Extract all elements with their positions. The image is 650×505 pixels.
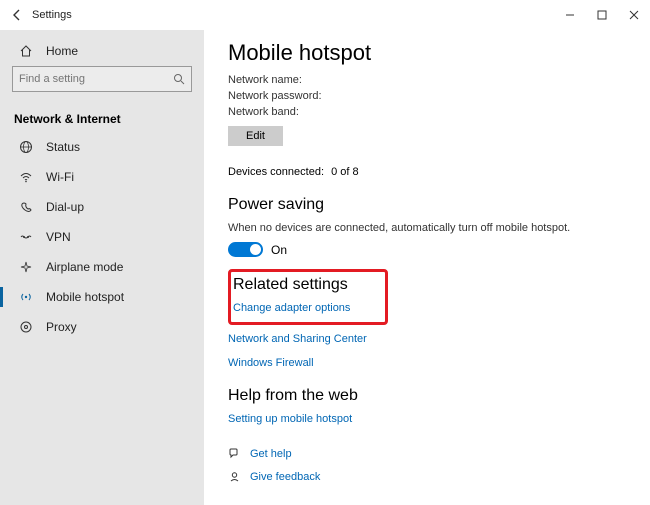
powersaving-desc: When no devices are connected, automatic… <box>228 222 630 234</box>
sidebar-item-proxy[interactable]: Proxy <box>0 312 204 342</box>
feedback-icon <box>228 470 242 483</box>
sidebar-item-status[interactable]: Status <box>0 132 204 162</box>
network-name-label: Network name: <box>228 74 630 86</box>
sidebar-item-airplane[interactable]: Airplane mode <box>0 252 204 282</box>
search-icon <box>173 73 185 85</box>
sidebar-section: Network & Internet <box>0 102 204 132</box>
sidebar-item-label: Dial-up <box>46 200 84 214</box>
titlebar: Settings <box>0 0 650 30</box>
sidebar-item-label: Status <box>46 140 80 154</box>
link-adapter[interactable]: Change adapter options <box>233 302 381 314</box>
powersaving-toggle[interactable] <box>228 242 263 257</box>
back-button[interactable] <box>6 9 28 21</box>
devices-label: Devices connected: <box>228 166 328 178</box>
close-button[interactable] <box>618 1 650 29</box>
search-input-wrap[interactable] <box>12 66 192 92</box>
sidebar-item-dialup[interactable]: Dial-up <box>0 192 204 222</box>
active-indicator <box>0 287 3 307</box>
home-label: Home <box>46 44 78 58</box>
sidebar-item-label: Mobile hotspot <box>46 290 124 304</box>
vpn-icon <box>16 230 36 244</box>
home-icon <box>16 44 36 58</box>
edit-button[interactable]: Edit <box>228 126 283 146</box>
sidebar-item-wifi[interactable]: Wi-Fi <box>0 162 204 192</box>
sidebar: Home Network & Internet Status Wi-Fi <box>0 30 204 505</box>
search-input[interactable] <box>19 73 173 85</box>
airplane-icon <box>16 260 36 274</box>
minimize-button[interactable] <box>554 1 586 29</box>
network-password-label: Network password: <box>228 90 630 102</box>
devices-row: Devices connected: 0 of 8 <box>228 166 630 178</box>
sidebar-item-vpn[interactable]: VPN <box>0 222 204 252</box>
content: Mobile hotspot Network name: Network pas… <box>204 30 650 505</box>
link-firewall[interactable]: Windows Firewall <box>228 357 630 369</box>
window-title: Settings <box>28 9 72 21</box>
proxy-icon <box>16 320 36 334</box>
link-sharing[interactable]: Network and Sharing Center <box>228 333 630 345</box>
highlight-box: Related settings Change adapter options <box>228 269 388 325</box>
get-help-link[interactable]: Get help <box>250 448 292 460</box>
page-title: Mobile hotspot <box>228 40 630 66</box>
sidebar-item-label: Wi-Fi <box>46 170 74 184</box>
wifi-icon <box>16 170 36 184</box>
sidebar-item-label: Proxy <box>46 320 77 334</box>
help-icon <box>228 447 242 460</box>
hotspot-icon <box>16 290 36 304</box>
link-setup[interactable]: Setting up mobile hotspot <box>228 413 630 425</box>
toggle-state: On <box>271 243 287 257</box>
webhelp-heading: Help from the web <box>228 387 630 405</box>
dialup-icon <box>16 200 36 214</box>
powersaving-heading: Power saving <box>228 196 630 214</box>
sidebar-item-hotspot[interactable]: Mobile hotspot <box>0 282 204 312</box>
maximize-button[interactable] <box>586 1 618 29</box>
sidebar-item-label: Airplane mode <box>46 260 123 274</box>
home-nav[interactable]: Home <box>0 36 204 66</box>
give-feedback-link[interactable]: Give feedback <box>250 471 320 483</box>
devices-value: 0 of 8 <box>331 166 359 178</box>
sidebar-item-label: VPN <box>46 230 71 244</box>
related-heading: Related settings <box>233 276 381 294</box>
network-band-label: Network band: <box>228 106 630 118</box>
globe-icon <box>16 140 36 154</box>
